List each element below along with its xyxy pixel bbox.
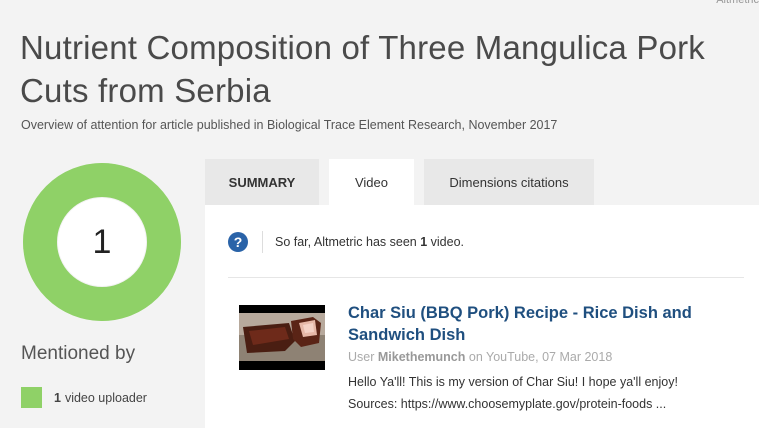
video-meta: User Mikethemunch on YouTube, 07 Mar 201… (348, 350, 613, 364)
info-divider (262, 231, 263, 253)
tab-video[interactable]: Video (329, 159, 414, 205)
info-text: So far, Altmetric has seen 1 video. (275, 235, 465, 249)
mention-count: 1 (54, 390, 61, 405)
video-description-line: Sources: https://www.choosemyplate.gov/p… (348, 397, 667, 411)
legend-swatch (21, 387, 42, 408)
info-row: ? So far, Altmetric has seen 1 video. (228, 230, 464, 254)
video-user: Mikethemunch (377, 350, 466, 364)
mentioned-by-title: Mentioned by (21, 343, 136, 364)
video-description: Hello Ya'll! This is my version of Char … (348, 371, 748, 415)
video-thumbnail[interactable] (239, 305, 325, 370)
mention-label: video uploader (64, 390, 147, 405)
video-panel: ? So far, Altmetric has seen 1 video. Ch… (205, 205, 759, 428)
video-title[interactable]: Char Siu (BBQ Pork) Recipe - Rice Dish a… (348, 302, 743, 346)
tab-summary[interactable]: SUMMARY (205, 159, 319, 205)
header-corner-text: Altmetric (716, 0, 759, 6)
video-description-line: Hello Ya'll! This is my version of Char … (348, 375, 678, 389)
tab-dimensions-citations[interactable]: Dimensions citations (424, 159, 594, 205)
mentioned-by-item[interactable]: 1 video uploader (21, 387, 147, 408)
altmetric-donut[interactable]: 1 (20, 160, 184, 324)
thumbnail-image (239, 305, 325, 370)
divider (228, 277, 744, 278)
question-icon[interactable]: ? (228, 232, 248, 252)
page-title: Nutrient Composition of Three Mangulica … (20, 29, 706, 109)
page-subtitle: Overview of attention for article publis… (21, 118, 558, 132)
tab-bar: SUMMARY Video Dimensions citations (205, 159, 594, 205)
attention-score: 1 (92, 222, 112, 261)
